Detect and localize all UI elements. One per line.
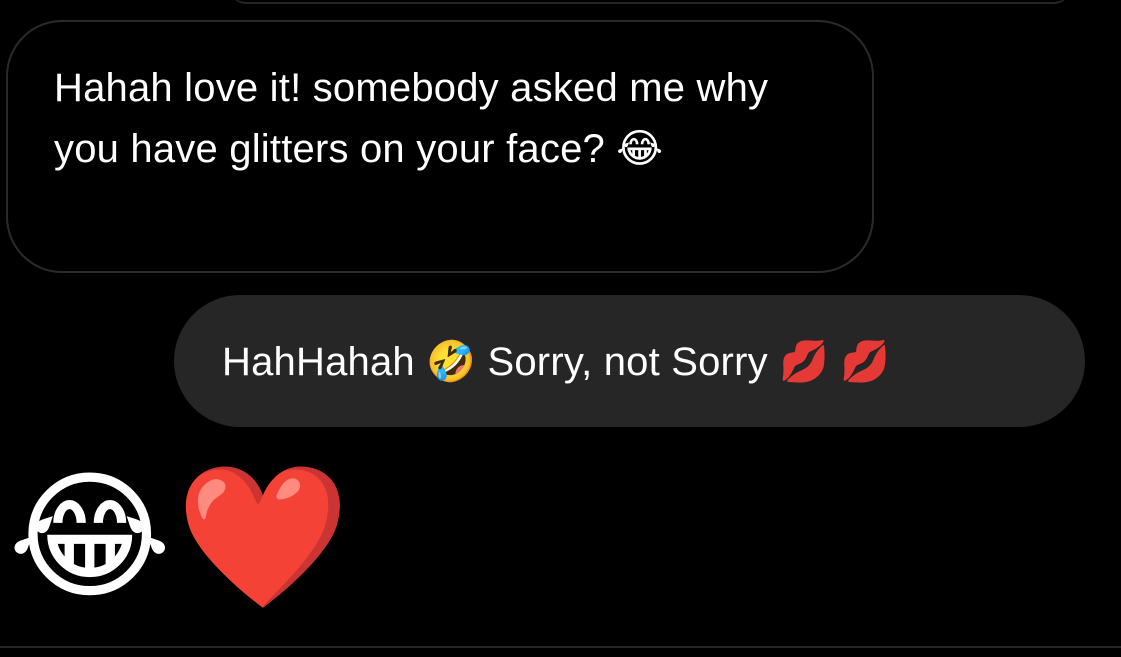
next-message-bubble-edge [0,646,1121,657]
sent-message-bubble[interactable]: HahHahah 🤣 Sorry, not Sorry 💋 💋 [174,295,1085,427]
sent-message-text: HahHahah 🤣 Sorry, not Sorry 💋 💋 [222,339,891,384]
emoji-message[interactable]: 😂❤️ [8,462,354,612]
received-message-bubble[interactable]: Hahah love it! somebody asked me why you… [6,20,874,273]
previous-message-bubble-edge [230,0,1070,4]
message-thread: Hahah love it! somebody asked me why you… [0,0,1121,657]
received-message-text: Hahah love it! somebody asked me why you… [54,66,769,171]
